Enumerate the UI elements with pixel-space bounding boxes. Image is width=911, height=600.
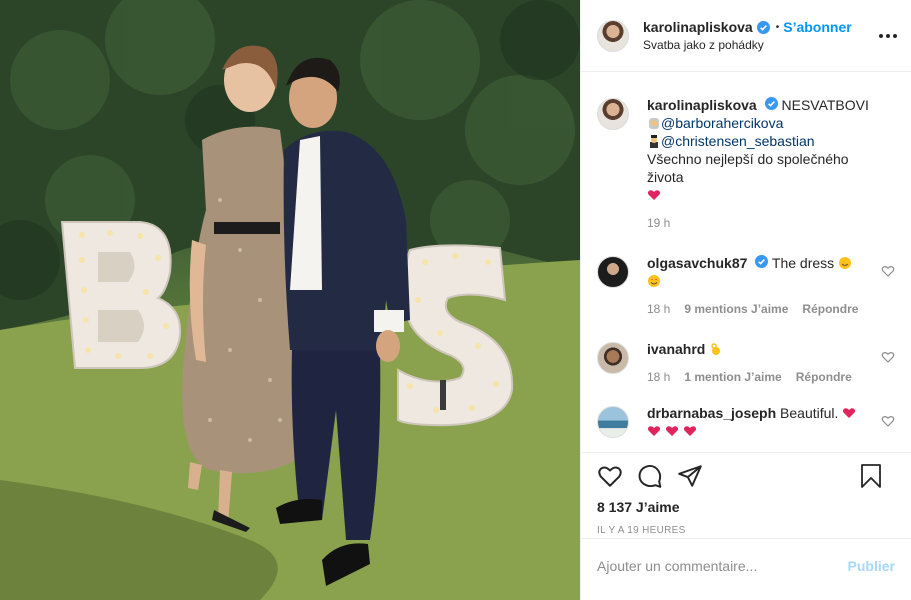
likes-count[interactable]: 8 137 J’aime bbox=[597, 499, 895, 515]
caption-line: Všechno nejlepší do společného života bbox=[647, 151, 849, 185]
commenter-username[interactable]: ivanahrd bbox=[647, 341, 705, 357]
comment-text: The dress bbox=[771, 255, 835, 271]
heart-emoji-icon bbox=[665, 426, 678, 436]
commenter-username[interactable]: olgasavchuk87 bbox=[647, 255, 747, 271]
add-comment-bar: Publier bbox=[581, 538, 911, 592]
comment-time[interactable]: 18 h bbox=[647, 302, 670, 316]
commenter-username[interactable]: drbarnabas_joseph bbox=[647, 405, 776, 421]
author-username[interactable]: karolinapliskova bbox=[643, 19, 753, 35]
reply-button[interactable]: Répondre bbox=[802, 302, 858, 316]
like-heart-icon[interactable] bbox=[597, 463, 623, 489]
post-header: karolinapliskova • S’abonner Svatba jako… bbox=[581, 0, 911, 72]
caption-intro: NESVATBOVI bbox=[781, 97, 869, 113]
caption-avatar[interactable] bbox=[597, 98, 629, 130]
save-bookmark-icon[interactable] bbox=[859, 463, 883, 489]
mention-christensen-sebastian[interactable]: @christensen_sebastian bbox=[661, 133, 815, 149]
heart-emoji-icon bbox=[843, 408, 856, 418]
separator-dot: • bbox=[775, 21, 780, 33]
post-photo-illustration bbox=[0, 0, 580, 600]
comment-item: drbarnabas_joseph Beautiful. bbox=[597, 404, 895, 440]
reply-button[interactable]: Répondre bbox=[796, 370, 852, 384]
caption-username[interactable]: karolinapliskova bbox=[647, 97, 757, 113]
post-location[interactable]: Svatba jako z pohádky bbox=[643, 38, 852, 52]
comment-text: Beautiful. bbox=[780, 405, 839, 421]
like-comment-heart-icon[interactable] bbox=[881, 264, 895, 278]
comment-likes[interactable]: 1 mention J’aime bbox=[684, 370, 781, 384]
post-side-panel: karolinapliskova • S’abonner Svatba jako… bbox=[580, 0, 911, 600]
instagram-post-modal: karolinapliskova • S’abonner Svatba jako… bbox=[0, 0, 911, 600]
grin-sweat-emoji-icon bbox=[839, 257, 852, 269]
post-actions: 8 137 J’aime IL Y A 19 HEURES Publier bbox=[581, 452, 911, 592]
share-icon[interactable] bbox=[677, 463, 703, 489]
commenter-avatar[interactable] bbox=[597, 342, 629, 374]
comment-item: olgasavchuk87 The dress 18 h 9 mentions … bbox=[597, 254, 895, 316]
follow-button[interactable]: S’abonner bbox=[783, 19, 851, 35]
comment-icon[interactable] bbox=[637, 463, 663, 489]
more-options-icon[interactable] bbox=[879, 26, 897, 46]
commenter-avatar[interactable] bbox=[597, 406, 629, 438]
commenter-avatar[interactable] bbox=[597, 256, 629, 288]
verified-badge-icon bbox=[755, 255, 769, 268]
post-timestamp[interactable]: IL Y A 19 HEURES bbox=[597, 525, 895, 536]
caption-time[interactable]: 19 h bbox=[647, 216, 670, 230]
heart-emoji-icon bbox=[683, 426, 696, 436]
post-photo[interactable] bbox=[0, 0, 580, 600]
like-comment-heart-icon[interactable] bbox=[881, 414, 895, 428]
comment-likes[interactable]: 9 mentions J’aime bbox=[684, 302, 788, 316]
verified-badge-icon bbox=[764, 97, 778, 110]
comments-list[interactable]: karolinapliskova NESVATBOVI @barboraherc… bbox=[581, 72, 911, 452]
verified-badge-icon bbox=[756, 20, 770, 34]
heart-eyes-emoji-icon bbox=[648, 275, 660, 287]
mention-barborahercikova[interactable]: @barborahercikova bbox=[661, 115, 783, 131]
heart-emoji-icon bbox=[647, 426, 661, 436]
comment-item: ivanahrd 18 h 1 mention J’aime Répondre bbox=[597, 340, 895, 384]
ok-hand-emoji-icon bbox=[711, 343, 721, 355]
comment-input[interactable] bbox=[597, 557, 840, 574]
heart-emoji-icon bbox=[647, 190, 661, 200]
bride-emoji-icon bbox=[649, 118, 659, 129]
groom-emoji-icon bbox=[650, 135, 658, 148]
publish-button[interactable]: Publier bbox=[848, 558, 895, 574]
caption-comment: karolinapliskova NESVATBOVI @barboraherc… bbox=[597, 96, 895, 230]
author-avatar[interactable] bbox=[597, 19, 629, 52]
letter-b-marquee bbox=[60, 221, 182, 369]
like-comment-heart-icon[interactable] bbox=[881, 350, 895, 364]
comment-time[interactable]: 18 h bbox=[647, 370, 670, 384]
